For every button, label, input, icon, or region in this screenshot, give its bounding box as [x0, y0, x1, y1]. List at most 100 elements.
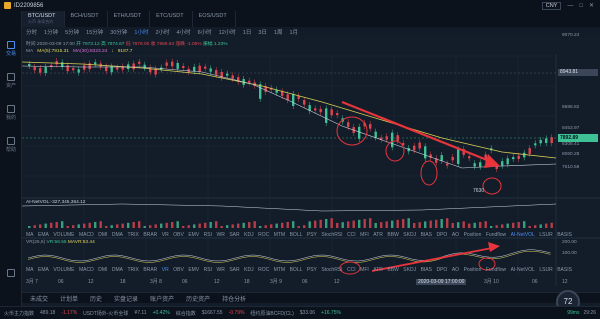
nav-item-assets[interactable]: 资产 [0, 73, 22, 89]
close-icon[interactable]: ✕ [589, 2, 594, 9]
nav-item-mine[interactable]: 我的 [0, 105, 22, 121]
indicator-tab-sub-30[interactable]: AI-NetVOL [511, 267, 535, 273]
timeframe-0[interactable]: 分时 [26, 28, 37, 36]
timeframe-5[interactable]: 1小时 [134, 28, 148, 36]
tab-bch-usdt[interactable]: BCH/USDT [65, 11, 108, 27]
tab-eth-usdt[interactable]: ETH/USDT [108, 11, 151, 27]
indicator-tab-sub-3[interactable]: MACD [79, 267, 94, 273]
maximize-icon[interactable]: □ [579, 3, 583, 9]
indicator-tab-0[interactable]: MA [26, 232, 34, 238]
indicator-tab-18[interactable]: PSY [307, 232, 317, 238]
indicator-tab-sub-0[interactable]: MA [26, 267, 34, 273]
panel-tab-3[interactable]: 实盘记录 [114, 294, 138, 303]
timeframe-4[interactable]: 30分钟 [110, 28, 127, 36]
indicator-tab-14[interactable]: KDJ [244, 232, 253, 238]
panel-tab-1[interactable]: 计划单 [60, 294, 78, 303]
indicator-tab-13[interactable]: SAR [229, 232, 239, 238]
indicator-tab-sub-22[interactable]: ATR [373, 267, 383, 273]
indicator-tab-sub-23[interactable]: BBW [387, 267, 398, 273]
timeframe-11[interactable]: 3日 [258, 28, 267, 36]
indicator-tab-sub-5[interactable]: DMA [112, 267, 123, 273]
indicator-tab-25[interactable]: BIAS [421, 232, 432, 238]
indicator-tab-sub-26[interactable]: DPO [436, 267, 447, 273]
minimize-icon[interactable]: — [567, 3, 573, 9]
indicator-tab-20[interactable]: CCI [347, 232, 356, 238]
indicator-tab-sub-14[interactable]: KDJ [244, 267, 253, 273]
indicator-tab-sub-32[interactable]: BASIS [557, 267, 572, 273]
indicator-tab-sub-13[interactable]: SAR [229, 267, 239, 273]
indicator-tab-sub-7[interactable]: BRAR [143, 267, 157, 273]
indicator-tab-6[interactable]: TRIX [128, 232, 139, 238]
panel-tab-5[interactable]: 历史资产 [186, 294, 210, 303]
indicator-tab-sub-10[interactable]: EMV [188, 267, 199, 273]
indicator-tab-17[interactable]: BOLL [290, 232, 303, 238]
indicator-tab-sub-20[interactable]: CCI [347, 267, 356, 273]
indicator-tab-3[interactable]: MACD [79, 232, 94, 238]
indicator-tab-sub-27[interactable]: AO [452, 267, 459, 273]
indicator-tab-5[interactable]: DMA [112, 232, 123, 238]
indicator-tab-sub-12[interactable]: WR [217, 267, 225, 273]
indicator-tab-2[interactable]: VOLUME [53, 232, 74, 238]
indicator-tab-8[interactable]: VR [162, 232, 169, 238]
indicator-tab-sub-6[interactable]: TRIX [128, 267, 139, 273]
panel-tab-0[interactable]: 未成交 [30, 294, 48, 303]
kline-chart[interactable]: 时间 2020-03-09 17:00 开 7973.12 高 7974.67 … [22, 33, 600, 306]
indicator-tab-sub-9[interactable]: OBV [173, 267, 184, 273]
tab-btc-usdt[interactable]: BTC/USDT 火币 永续合约 [22, 11, 65, 27]
timeframe-7[interactable]: 4小时 [177, 28, 191, 36]
indicator-tab-sub-16[interactable]: MTM [274, 267, 285, 273]
tab-etc-usdt[interactable]: ETC/USDT [150, 11, 193, 27]
tab-eos-usdt[interactable]: EOS/USDT [193, 11, 236, 27]
indicator-tab-10[interactable]: EMV [188, 232, 199, 238]
nav-item-trade[interactable]: 交易 [0, 41, 22, 57]
timeframe-9[interactable]: 12小时 [219, 28, 236, 36]
indicator-tab-27[interactable]: AO [452, 232, 459, 238]
indicator-tab-sub-15[interactable]: ROC [258, 267, 269, 273]
indicator-tab-26[interactable]: DPO [436, 232, 447, 238]
nav-item-settings[interactable] [0, 269, 22, 278]
timeframe-3[interactable]: 15分钟 [86, 28, 103, 36]
indicator-tab-sub-18[interactable]: PSY [307, 267, 317, 273]
indicator-tab-sub-28[interactable]: Position [464, 267, 482, 273]
indicator-tab-sub-8[interactable]: VR [162, 267, 169, 273]
indicator-tab-12[interactable]: WR [217, 232, 225, 238]
timeframe-12[interactable]: 1周 [274, 28, 283, 36]
timeframe-6[interactable]: 2小时 [155, 28, 169, 36]
panel-tab-4[interactable]: 账户资产 [150, 294, 174, 303]
timeframe-8[interactable]: 6小时 [198, 28, 212, 36]
indicator-tab-11[interactable]: RSI [204, 232, 212, 238]
timeframe-1[interactable]: 1分钟 [44, 28, 58, 36]
indicator-tab-1[interactable]: EMA [38, 232, 49, 238]
nav-item-help[interactable]: 帮助 [0, 137, 22, 153]
indicator-tab-sub-11[interactable]: RSI [204, 267, 212, 273]
timeframe-13[interactable]: 1月 [289, 28, 298, 36]
indicator-tab-sub-4[interactable]: DMI [98, 267, 107, 273]
panel-tab-2[interactable]: 历史 [90, 294, 102, 303]
timeframe-2[interactable]: 5分钟 [65, 28, 79, 36]
indicator-tab-31[interactable]: LSUR [539, 232, 552, 238]
indicator-tab-sub-31[interactable]: LSUR [539, 267, 552, 273]
indicator-tab-24[interactable]: SKDJ [403, 232, 416, 238]
indicator-tab-sub-1[interactable]: EMA [38, 267, 49, 273]
currency-select[interactable]: CNY [541, 1, 562, 10]
indicator-tab-21[interactable]: MFI [360, 232, 369, 238]
indicator-tab-29[interactable]: Fundflow [486, 232, 506, 238]
indicator-tab-sub-17[interactable]: BOLL [290, 267, 303, 273]
indicator-tab-16[interactable]: MTM [274, 232, 285, 238]
indicator-tab-32[interactable]: BASIS [557, 232, 572, 238]
indicator-tab-15[interactable]: ROC [258, 232, 269, 238]
indicator-tab-28[interactable]: Position [464, 232, 482, 238]
panel-tab-6[interactable]: 持仓分析 [222, 294, 246, 303]
indicator-tab-sub-29[interactable]: Fundflow [486, 267, 506, 273]
indicator-tab-sub-24[interactable]: SKDJ [403, 267, 416, 273]
indicator-tab-sub-2[interactable]: VOLUME [53, 267, 74, 273]
indicator-tab-7[interactable]: BRAR [143, 232, 157, 238]
indicator-tab-30[interactable]: AI-NetVOL [511, 232, 535, 238]
indicator-tab-sub-25[interactable]: BIAS [421, 267, 432, 273]
indicator-tab-19[interactable]: StochRSI [321, 232, 342, 238]
indicator-tab-22[interactable]: ATR [373, 232, 383, 238]
timeframe-10[interactable]: 1日 [243, 28, 252, 36]
indicator-tab-4[interactable]: DMI [98, 232, 107, 238]
indicator-tab-sub-21[interactable]: MFI [360, 267, 369, 273]
indicator-tab-9[interactable]: OBV [173, 232, 184, 238]
